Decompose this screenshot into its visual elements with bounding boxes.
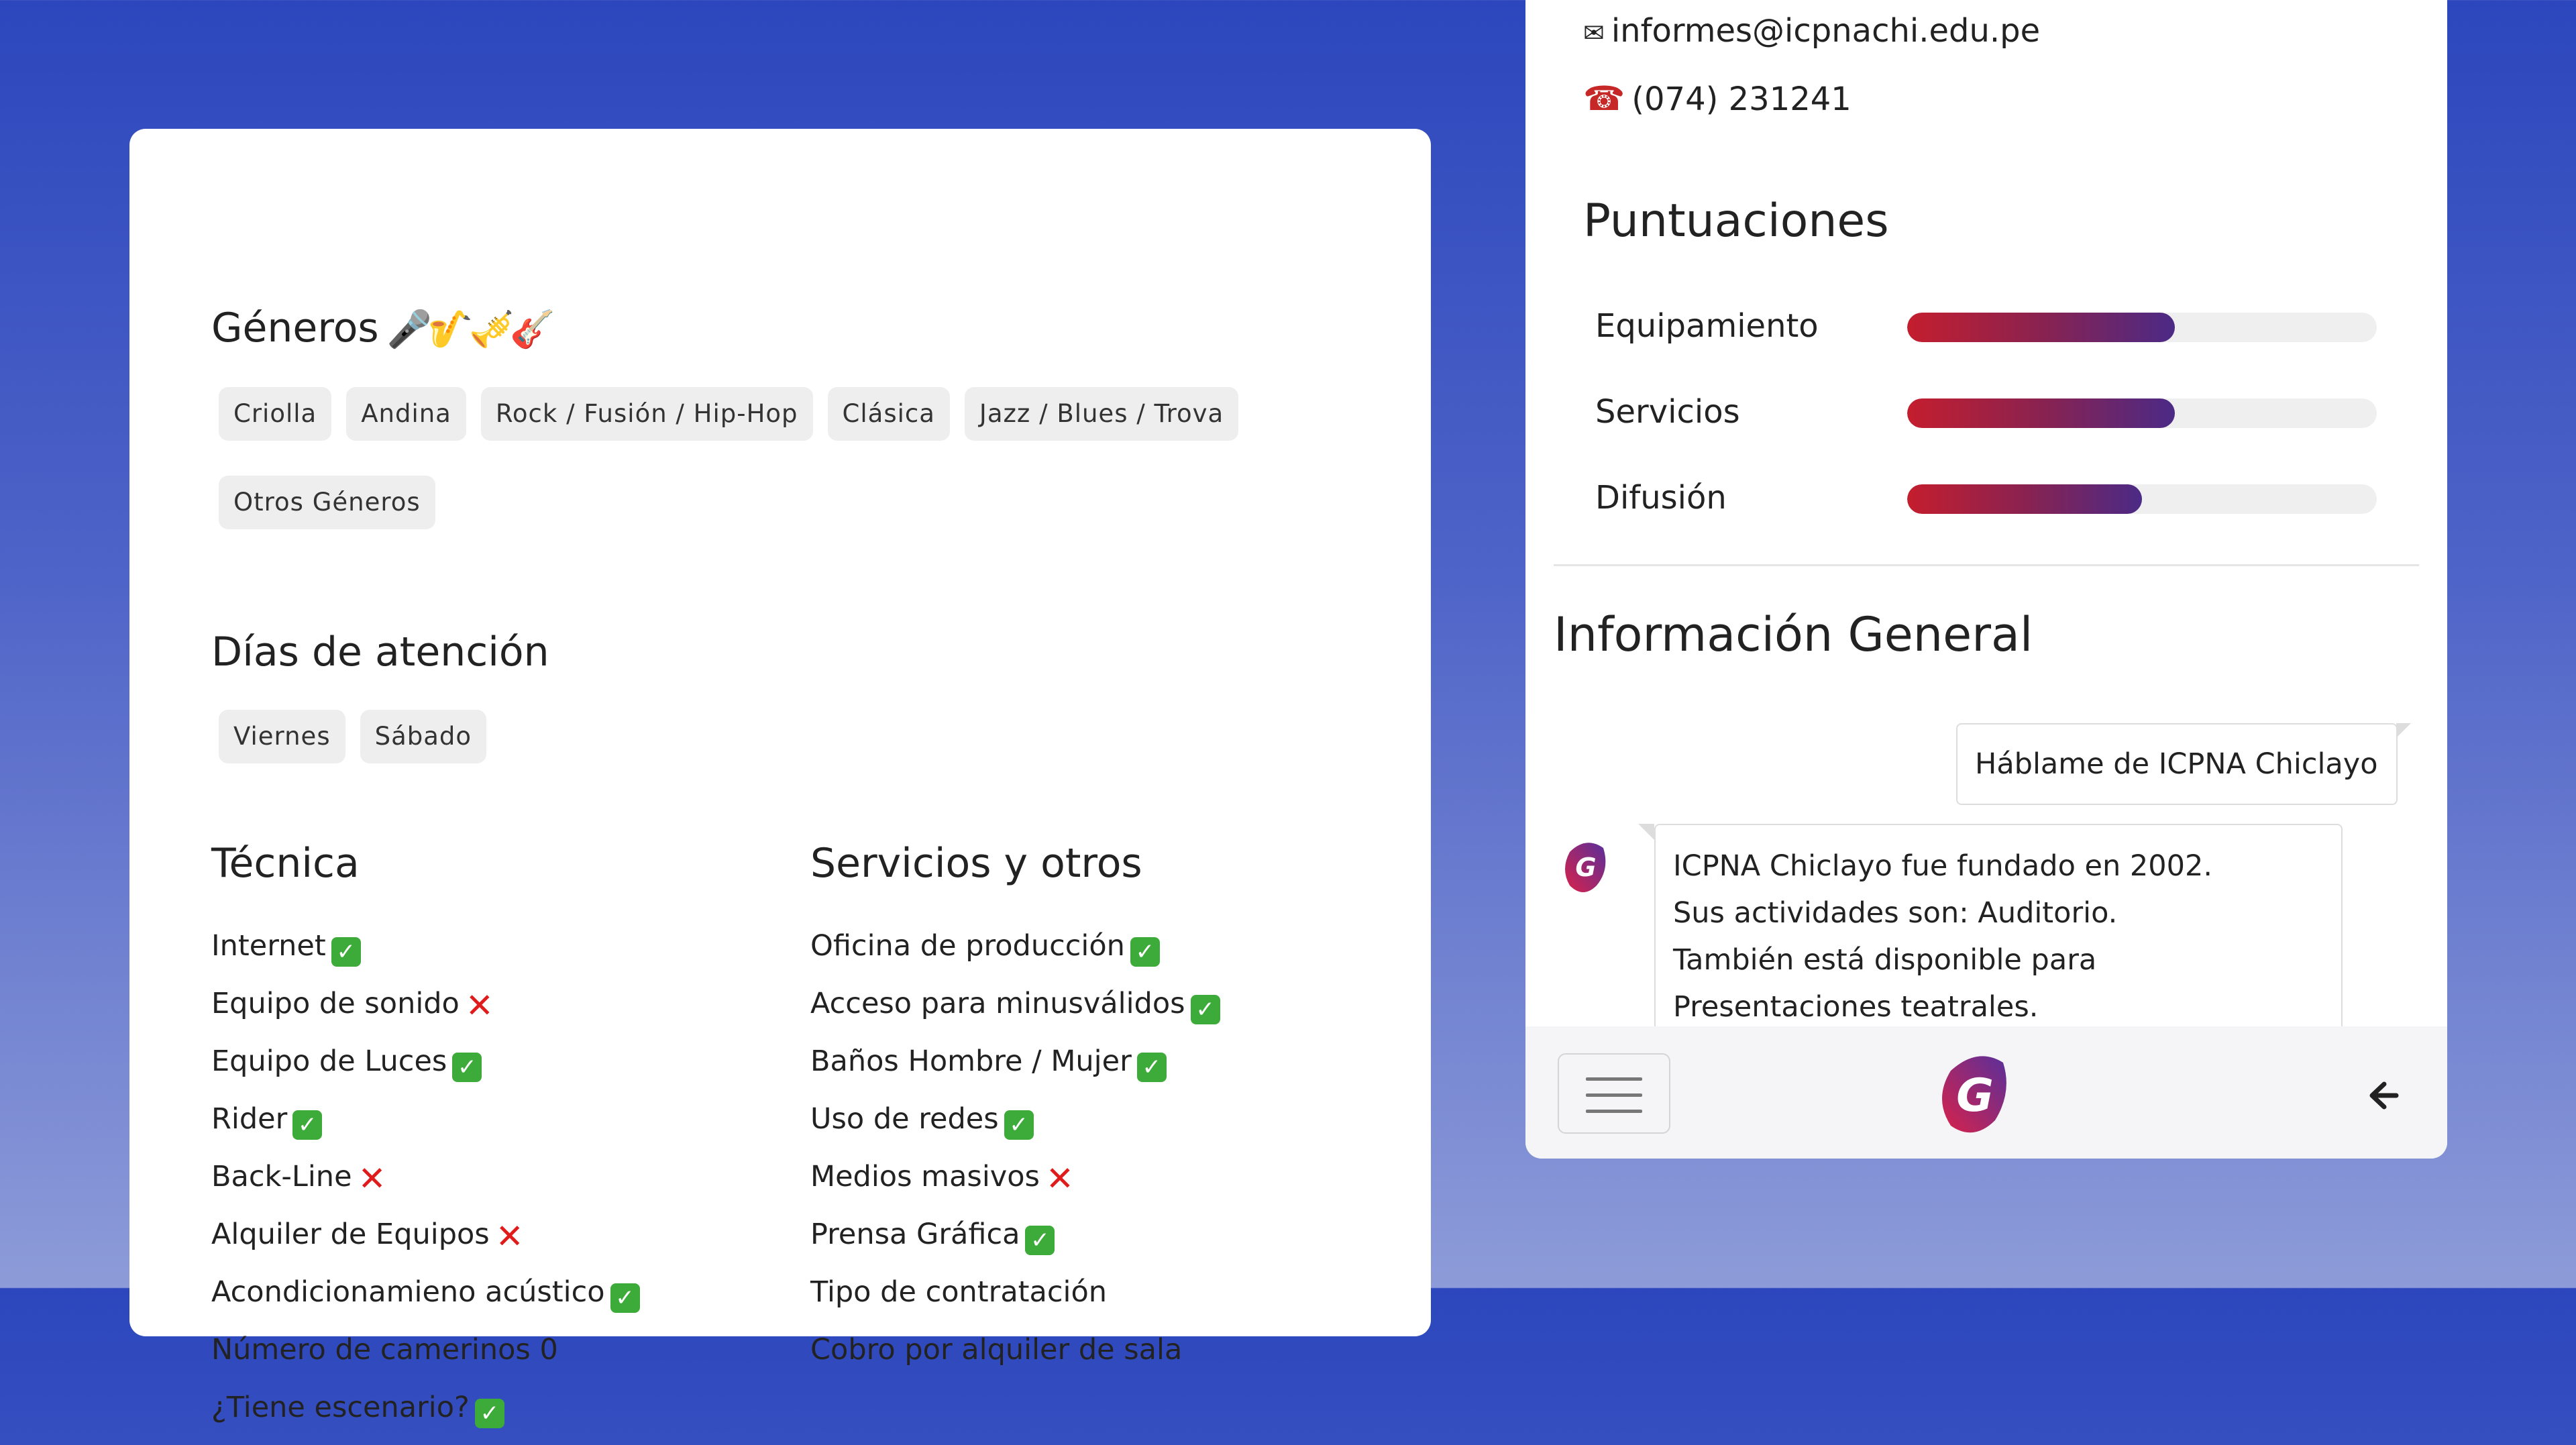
cross-icon: ✕ xyxy=(465,986,494,1025)
cross-icon: ✕ xyxy=(495,1217,524,1256)
list-item: Acceso para minusválidos ✓ xyxy=(810,983,1220,1041)
list-item: Tipo de contratación xyxy=(810,1275,1108,1309)
check-icon: ✓ xyxy=(1190,995,1220,1024)
check-icon: ✓ xyxy=(1130,937,1160,967)
genre-chip: Andina xyxy=(346,387,466,441)
list-item: Rider ✓ xyxy=(211,1099,640,1157)
score-row: Difusión xyxy=(1595,478,2400,518)
list-item: Back-Line ✕ xyxy=(211,1159,386,1198)
list-item: Alquiler de Equipos ✕ xyxy=(211,1217,524,1256)
check-icon: ✓ xyxy=(1136,1053,1167,1082)
genres-heading: Géneros 🎤🎷🎺🎸 xyxy=(211,305,555,352)
score-bar-track xyxy=(1907,398,2377,428)
list-item: Equipo de Luces ✓ xyxy=(211,1041,640,1099)
list-item: Uso de redes ✓ xyxy=(810,1099,1220,1157)
genre-chip: Otros Géneros xyxy=(219,476,435,529)
genre-chip: Clásica xyxy=(827,387,950,441)
svg-text:G: G xyxy=(1956,1069,1994,1122)
hamburger-line xyxy=(1586,1077,1642,1081)
score-label: Difusión xyxy=(1595,479,1727,517)
days-heading: Días de atención xyxy=(211,629,549,676)
score-bar-fill xyxy=(1907,484,2142,514)
genre-chip: Criolla xyxy=(219,387,332,441)
bot-line: Sus actividades son: Auditorio. xyxy=(1673,896,2118,930)
list-item: Equipo de sonido ✕ xyxy=(211,986,494,1025)
bottom-nav-bar: G xyxy=(1525,1026,2447,1159)
list-item: Prensa Gráfica ✓ xyxy=(810,1214,1220,1272)
check-icon: ✓ xyxy=(1025,1226,1055,1255)
hamburger-menu-button[interactable] xyxy=(1558,1053,1670,1134)
score-row: Equipamiento xyxy=(1595,306,2400,346)
score-bar-fill xyxy=(1907,398,2175,428)
servicios-heading: Servicios y otros xyxy=(810,840,1142,887)
score-row: Servicios xyxy=(1595,392,2400,432)
envelope-icon: ✉ xyxy=(1583,18,1605,48)
servicios-list: Oficina de producción ✓ Acceso para minus… xyxy=(810,926,1220,1387)
genre-chip: Rock / Fusión / Hip-Hop xyxy=(480,387,813,441)
divider xyxy=(1554,564,2419,566)
check-icon: ✓ xyxy=(292,1110,323,1140)
list-item: Cobro por alquiler de sala xyxy=(810,1333,1183,1367)
day-chip: Sábado xyxy=(360,710,487,763)
venue-sidebar-panel: ✉ informes@icpnachi.edu.pe ☎ (074) 231241 … xyxy=(1525,0,2447,1159)
tecnica-heading: Técnica xyxy=(211,840,360,887)
contact-phone[interactable]: ☎ (074) 231241 xyxy=(1583,79,1851,118)
check-icon: ✓ xyxy=(331,937,361,967)
genres-list: Criolla Andina Rock / Fusión / Hip-Hop C… xyxy=(219,387,1359,529)
list-item: Oficina de producción ✓ xyxy=(810,926,1220,983)
hamburger-line xyxy=(1586,1110,1642,1113)
list-item: Número de camerinos 0 xyxy=(211,1333,558,1367)
check-icon: ✓ xyxy=(1004,1110,1034,1140)
bot-line: ICPNA Chiclayo fue fundado en 2002. xyxy=(1673,849,2213,883)
app-logo-icon[interactable]: G xyxy=(1931,1051,2018,1138)
score-bar-track xyxy=(1907,313,2377,342)
list-item: Baños Hombre / Mujer ✓ xyxy=(810,1041,1220,1099)
day-chip: Viernes xyxy=(219,710,345,763)
list-item: Internet ✓ xyxy=(211,926,640,983)
cross-icon: ✕ xyxy=(358,1159,386,1198)
hamburger-line xyxy=(1586,1093,1642,1097)
genre-chip: Jazz / Blues / Trova xyxy=(964,387,1239,441)
bot-chat-bubble: ICPNA Chiclayo fue fundado en 2002. Sus … xyxy=(1638,824,2343,1052)
check-icon: ✓ xyxy=(452,1053,482,1082)
score-label: Equipamiento xyxy=(1595,307,1819,345)
back-arrow-icon[interactable] xyxy=(2357,1065,2418,1126)
list-item: ¿Tiene escenario? ✓ xyxy=(211,1387,640,1445)
list-item: Acondicionamieno acústico ✓ xyxy=(211,1272,640,1330)
score-bar-fill xyxy=(1907,313,2175,342)
check-icon: ✓ xyxy=(474,1399,504,1428)
tecnica-list: Internet ✓ Equipo de sonido ✕ Equipo de Lu… xyxy=(211,926,640,1445)
days-list: Viernes Sábado xyxy=(219,710,1359,763)
contact-email[interactable]: ✉ informes@icpnachi.edu.pe xyxy=(1583,12,2040,50)
score-label: Servicios xyxy=(1595,393,1740,431)
info-heading: Información General xyxy=(1554,607,2033,662)
bot-line: Presentaciones teatrales. xyxy=(1673,990,2039,1024)
cross-icon: ✕ xyxy=(1045,1159,1074,1198)
user-chat-bubble[interactable]: Háblame de ICPNA Chiclayo xyxy=(1956,723,2411,805)
music-emoji: 🎤🎷🎺🎸 xyxy=(386,308,555,350)
bot-avatar-icon: G xyxy=(1565,843,1606,892)
scores-heading: Puntuaciones xyxy=(1583,195,1889,248)
score-bar-track xyxy=(1907,484,2377,514)
venue-details-card: Géneros 🎤🎷🎺🎸 Criolla Andina Rock / Fusión… xyxy=(129,129,1431,1428)
phone-icon: ☎ xyxy=(1583,79,1625,118)
svg-text:G: G xyxy=(1575,853,1596,882)
list-item: Medios masivos ✕ xyxy=(810,1159,1074,1198)
bot-line: También está disponible para xyxy=(1673,943,2097,977)
